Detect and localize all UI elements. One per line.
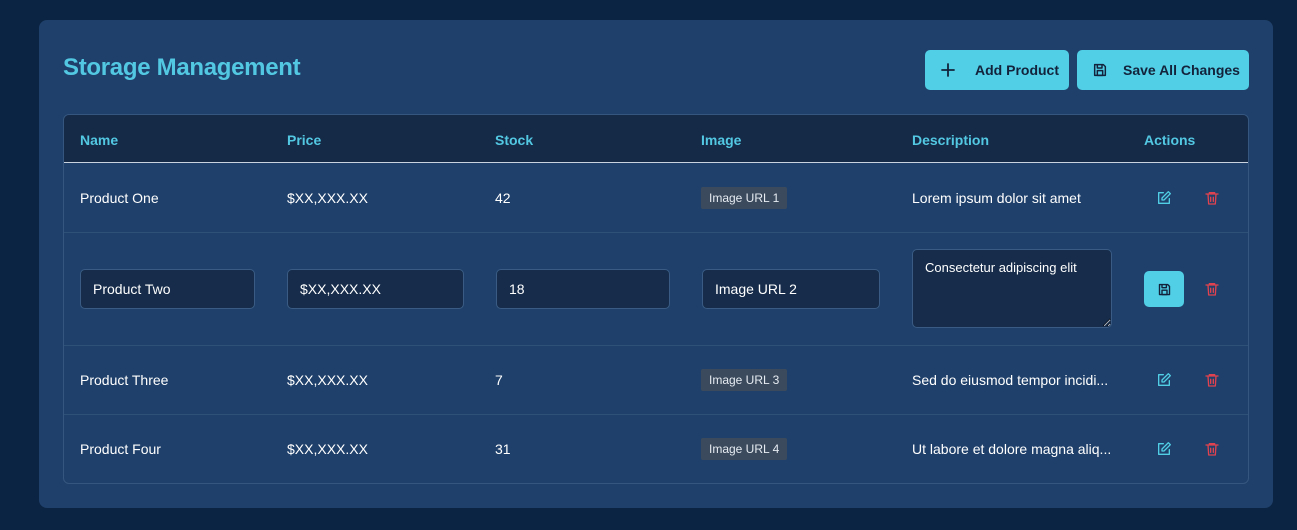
product-description: Lorem ipsum dolor sit amet <box>912 190 1081 206</box>
product-name: Product Three <box>80 372 169 388</box>
trash-icon[interactable] <box>1203 189 1221 207</box>
floppy-disk-icon <box>1091 61 1109 79</box>
add-product-button[interactable]: Add Product <box>925 50 1069 90</box>
floppy-disk-icon <box>1157 282 1172 297</box>
image-url-tag: Image URL 4 <box>701 438 788 460</box>
storage-card: Storage Management Add Product Save All … <box>39 20 1273 508</box>
column-header-image: Image <box>701 132 742 148</box>
image-url-tag: Image URL 1 <box>701 187 788 209</box>
product-description: Ut labore et dolore magna aliq... <box>912 441 1112 457</box>
plus-icon <box>939 61 957 79</box>
product-price-input[interactable] <box>287 269 464 309</box>
column-header-actions: Actions <box>1144 132 1196 148</box>
product-image-input[interactable] <box>702 269 880 309</box>
products-table: Name Price Stock Image Description Actio… <box>63 114 1249 484</box>
product-stock-input[interactable] <box>496 269 670 309</box>
table-row: Product One $XX,XXX.XX 42 Image URL 1 Lo… <box>64 164 1248 233</box>
edit-icon[interactable] <box>1155 371 1173 389</box>
table-row-editing: Consectetur adipiscing elit <box>64 233 1248 346</box>
product-stock: 31 <box>495 441 511 457</box>
product-name: Product Four <box>80 441 161 457</box>
product-name-input[interactable] <box>80 269 255 309</box>
page-title: Storage Management <box>63 54 301 81</box>
product-description-textarea[interactable]: Consectetur adipiscing elit <box>912 249 1112 328</box>
column-header-description: Description <box>912 132 990 148</box>
product-stock: 42 <box>495 190 511 206</box>
table-row: Product Three $XX,XXX.XX 7 Image URL 3 S… <box>64 346 1248 415</box>
save-all-changes-label: Save All Changes <box>1123 62 1240 78</box>
table-row: Product Four $XX,XXX.XX 31 Image URL 4 U… <box>64 415 1248 483</box>
product-price: $XX,XXX.XX <box>287 190 368 206</box>
product-price: $XX,XXX.XX <box>287 372 368 388</box>
edit-icon[interactable] <box>1155 440 1173 458</box>
column-header-name: Name <box>80 132 119 148</box>
column-header-stock: Stock <box>495 132 534 148</box>
save-row-button[interactable] <box>1144 271 1184 307</box>
image-url-tag: Image URL 3 <box>701 369 788 391</box>
product-price: $XX,XXX.XX <box>287 441 368 457</box>
table-header: Name Price Stock Image Description Actio… <box>64 115 1248 163</box>
save-all-changes-button[interactable]: Save All Changes <box>1077 50 1249 90</box>
trash-icon[interactable] <box>1203 280 1221 298</box>
product-stock: 7 <box>495 372 503 388</box>
trash-icon[interactable] <box>1203 440 1221 458</box>
product-description: Sed do eiusmod tempor incidi... <box>912 372 1109 388</box>
add-product-label: Add Product <box>975 62 1059 78</box>
column-header-price: Price <box>287 132 322 148</box>
product-name: Product One <box>80 190 159 206</box>
trash-icon[interactable] <box>1203 371 1221 389</box>
edit-icon[interactable] <box>1155 189 1173 207</box>
